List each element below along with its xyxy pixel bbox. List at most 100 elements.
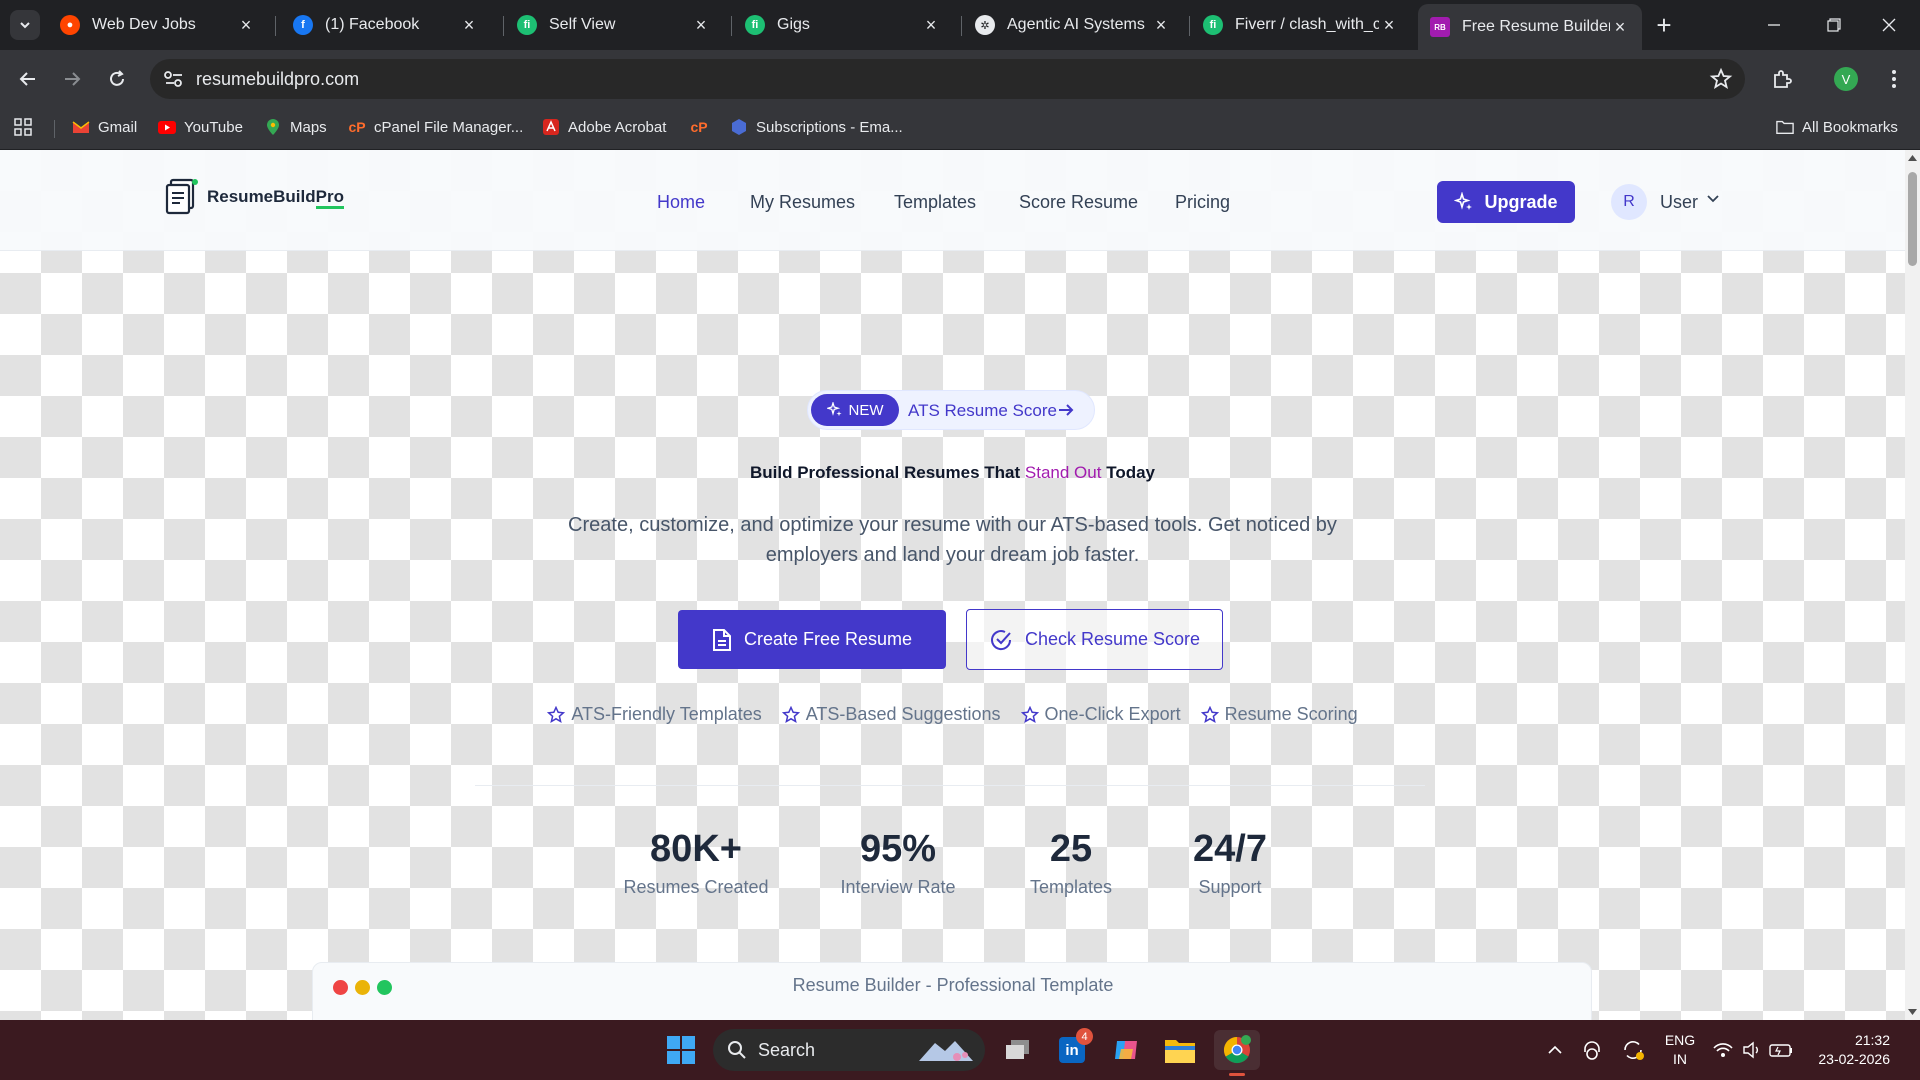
bookmark-label: YouTube bbox=[184, 118, 243, 136]
forward-button[interactable] bbox=[56, 63, 88, 95]
bookmark-cpanel[interactable]: cP cPanel File Manager... bbox=[348, 118, 523, 136]
tab-title: Free Resume Builder bbox=[1462, 18, 1610, 35]
browser-menu-button[interactable] bbox=[1878, 63, 1910, 95]
cpanel-icon: cP bbox=[690, 119, 708, 135]
bookmark-cpanel-2[interactable]: cP bbox=[690, 118, 716, 136]
stat-support: 24/7 Support bbox=[1160, 828, 1300, 898]
restore-button[interactable] bbox=[1814, 8, 1854, 42]
all-bookmarks-button[interactable]: All Bookmarks bbox=[1776, 118, 1898, 136]
chevron-up-icon bbox=[1548, 1045, 1562, 1054]
close-icon[interactable]: × bbox=[921, 15, 941, 36]
kebab-menu-icon bbox=[1892, 70, 1896, 88]
feature-label: ATS-Based Suggestions bbox=[805, 704, 1001, 724]
show-hidden-icons-button[interactable] bbox=[1535, 1030, 1575, 1070]
nav-home[interactable]: Home bbox=[657, 192, 705, 213]
tab-agentic-ai[interactable]: ✲ Agentic AI Systems × bbox=[963, 7, 1183, 43]
url-text[interactable]: resumebuildpro.com bbox=[196, 69, 359, 90]
site-info-icon[interactable] bbox=[162, 69, 186, 89]
bookmark-maps[interactable]: Maps bbox=[264, 118, 327, 136]
task-view-button[interactable] bbox=[998, 1030, 1038, 1070]
stat-interview-rate: 95% Interview Rate bbox=[818, 828, 978, 898]
tab-search-button[interactable] bbox=[10, 10, 40, 40]
tray-onedrive[interactable] bbox=[1572, 1030, 1612, 1070]
scroll-up-icon[interactable] bbox=[1908, 154, 1917, 162]
stat-resumes-created: 80K+ Resumes Created bbox=[616, 828, 776, 898]
stat-value: 25 bbox=[1049, 828, 1093, 870]
taskbar-linkedin[interactable]: in 4 bbox=[1052, 1028, 1093, 1070]
clock[interactable]: 21:32 23-02-2026 bbox=[1806, 1031, 1890, 1069]
upgrade-button[interactable]: Upgrade bbox=[1437, 181, 1575, 223]
feature-label: Resume Scoring bbox=[1224, 704, 1358, 724]
tab-free-resume-builder[interactable]: RB Free Resume Builder × bbox=[1418, 4, 1642, 50]
profile-button[interactable]: V bbox=[1830, 63, 1862, 95]
tab-web-dev-jobs[interactable]: ● Web Dev Jobs × bbox=[48, 7, 268, 43]
close-icon[interactable]: × bbox=[236, 15, 256, 36]
browser-tab-bar: ● Web Dev Jobs × f (1) Facebook × fi Sel… bbox=[0, 0, 1920, 50]
close-icon[interactable]: × bbox=[1610, 17, 1630, 38]
minimize-button[interactable] bbox=[1754, 8, 1794, 42]
extensions-button[interactable] bbox=[1766, 63, 1798, 95]
tab-gigs[interactable]: fi Gigs × bbox=[733, 7, 953, 43]
cpanel-icon: cP bbox=[348, 119, 366, 135]
avatar[interactable]: R bbox=[1611, 184, 1647, 220]
taskbar-chrome[interactable] bbox=[1214, 1030, 1260, 1076]
language-indicator[interactable]: ENG IN bbox=[1660, 1031, 1700, 1069]
minimize-icon bbox=[1768, 24, 1780, 26]
taskbar-search[interactable]: Search bbox=[713, 1029, 985, 1071]
stat-value: 80K+ bbox=[650, 828, 742, 870]
quick-settings-button[interactable] bbox=[1710, 1030, 1796, 1070]
back-button[interactable] bbox=[12, 63, 44, 95]
tab-fiverr-clash[interactable]: fi Fiverr / clash_with_ca × bbox=[1191, 7, 1411, 43]
headline-start: Build Professional Resumes That bbox=[750, 463, 1025, 482]
user-menu-label[interactable]: User bbox=[1660, 192, 1698, 213]
new-badge-label: NEW bbox=[848, 401, 884, 419]
close-window-button[interactable] bbox=[1869, 8, 1909, 42]
scroll-down-icon[interactable] bbox=[1908, 1008, 1917, 1016]
start-button[interactable] bbox=[661, 1030, 701, 1070]
nav-score-resume[interactable]: Score Resume bbox=[1019, 192, 1138, 213]
close-icon[interactable]: × bbox=[1379, 15, 1399, 36]
address-bar[interactable]: resumebuildpro.com bbox=[150, 59, 1745, 99]
site-logo[interactable]: ResumeBuildPro bbox=[165, 178, 344, 216]
bookmark-star-icon[interactable] bbox=[1709, 67, 1733, 91]
tab-separator bbox=[503, 16, 504, 36]
nav-my-resumes[interactable]: My Resumes bbox=[750, 192, 855, 213]
reddit-icon: ● bbox=[60, 15, 80, 35]
create-free-resume-button[interactable]: Create Free Resume bbox=[678, 610, 946, 669]
tab-facebook[interactable]: f (1) Facebook × bbox=[281, 7, 491, 43]
puzzle-icon bbox=[1774, 70, 1792, 88]
new-tab-button[interactable]: + bbox=[1644, 8, 1684, 42]
star-icon bbox=[547, 705, 566, 723]
chevron-down-icon bbox=[20, 22, 30, 29]
time-label: 21:32 bbox=[1854, 1032, 1890, 1048]
tray-sync[interactable] bbox=[1613, 1030, 1653, 1070]
reload-button[interactable] bbox=[101, 63, 133, 95]
ats-score-announcement[interactable]: NEW ATS Resume Score bbox=[807, 390, 1095, 430]
check-resume-score-button[interactable]: Check Resume Score bbox=[966, 609, 1223, 670]
bookmark-adobe-acrobat[interactable]: Adobe Acrobat bbox=[542, 118, 666, 136]
folder-icon bbox=[1165, 1040, 1195, 1063]
apps-button[interactable] bbox=[14, 118, 32, 136]
folder-icon bbox=[1776, 118, 1794, 136]
site-header: ResumeBuildPro Home My Resumes Templates… bbox=[0, 150, 1905, 251]
nav-templates[interactable]: Templates bbox=[894, 192, 976, 213]
bookmark-youtube[interactable]: YouTube bbox=[158, 118, 243, 136]
feature-label: ATS-Friendly Templates bbox=[571, 704, 762, 724]
bookmark-label: cPanel File Manager... bbox=[374, 118, 524, 136]
tab-self-view[interactable]: fi Self View × bbox=[505, 7, 723, 43]
chevron-down-icon[interactable] bbox=[1706, 191, 1720, 205]
bookmark-subscriptions[interactable]: Subscriptions - Ema... bbox=[730, 118, 903, 136]
nav-pricing[interactable]: Pricing bbox=[1175, 192, 1230, 213]
search-icon bbox=[728, 1041, 746, 1059]
notification-badge: 4 bbox=[1076, 1028, 1093, 1045]
bookmark-gmail[interactable]: Gmail bbox=[72, 118, 137, 136]
star-icon bbox=[1020, 705, 1039, 723]
close-icon[interactable]: × bbox=[459, 15, 479, 36]
page-scrollbar[interactable] bbox=[1905, 150, 1920, 1020]
taskbar-file-explorer[interactable] bbox=[1160, 1030, 1200, 1070]
scrollbar-thumb[interactable] bbox=[1908, 172, 1917, 266]
taskbar-copilot[interactable] bbox=[1106, 1030, 1146, 1070]
close-icon[interactable]: × bbox=[691, 15, 711, 36]
close-icon[interactable]: × bbox=[1151, 15, 1171, 36]
windows-taskbar: Search in 4 ENG IN 21:32 23-02-2026 bbox=[0, 1020, 1920, 1080]
